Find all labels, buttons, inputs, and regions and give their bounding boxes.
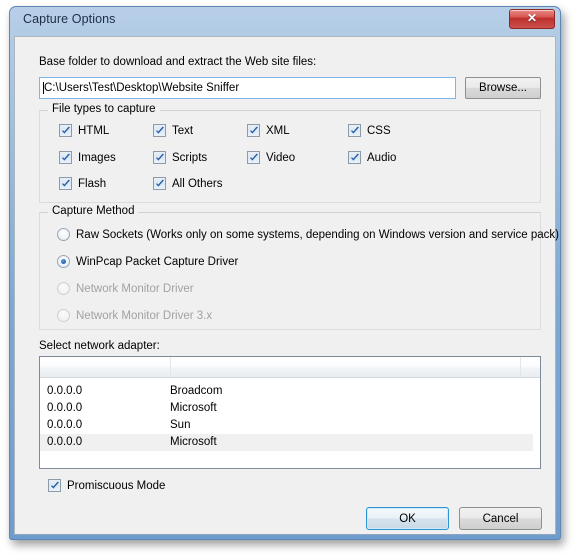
checkbox-icon bbox=[59, 177, 72, 190]
checkbox-label: CSS bbox=[367, 124, 391, 137]
capture-options-dialog: Capture Options ✕ Base folder to downloa… bbox=[9, 6, 561, 540]
adapter-ip: 0.0.0.0 bbox=[47, 419, 83, 431]
radio-network-monitor-driver: Network Monitor Driver bbox=[57, 282, 194, 295]
table-row-selected[interactable]: 0.0.0.0 Microsoft bbox=[40, 434, 533, 451]
checkbox-label: Images bbox=[78, 151, 116, 164]
checkbox-css[interactable]: CSS bbox=[348, 124, 391, 137]
radio-icon bbox=[57, 282, 70, 295]
dialog-client-area: Base folder to download and extract the … bbox=[14, 36, 559, 535]
checkbox-icon bbox=[247, 151, 260, 164]
listview-column-name[interactable] bbox=[171, 357, 521, 377]
checkbox-video[interactable]: Video bbox=[247, 151, 295, 164]
checkbox-label: Audio bbox=[367, 151, 397, 164]
adapter-name: Broadcom bbox=[170, 385, 223, 397]
checkbox-text[interactable]: Text bbox=[153, 124, 193, 137]
radio-label: WinPcap Packet Capture Driver bbox=[76, 255, 239, 268]
checkbox-label: Flash bbox=[78, 177, 107, 190]
capture-method-group: Capture Method Raw Sockets (Works only o… bbox=[39, 205, 559, 330]
browse-button[interactable]: Browse... bbox=[465, 77, 541, 99]
checkbox-label: Promiscuous Mode bbox=[67, 479, 166, 492]
checkbox-images[interactable]: Images bbox=[59, 151, 116, 164]
checkbox-icon bbox=[59, 151, 72, 164]
file-types-group-title: File types to capture bbox=[48, 103, 160, 115]
radio-icon-selected bbox=[57, 255, 70, 268]
network-adapter-listview[interactable]: 0.0.0.0 Broadcom 0.0.0.0 Microsoft 0.0.0… bbox=[39, 356, 541, 469]
capture-method-group-title: Capture Method bbox=[48, 205, 139, 217]
ok-button[interactable]: OK bbox=[366, 507, 449, 530]
radio-icon bbox=[57, 309, 70, 322]
adapter-ip: 0.0.0.0 bbox=[47, 402, 83, 414]
browse-button-label: Browse... bbox=[479, 82, 527, 94]
adapter-ip: 0.0.0.0 bbox=[47, 436, 83, 448]
radio-label: Network Monitor Driver bbox=[76, 282, 194, 295]
checkbox-icon bbox=[59, 124, 72, 137]
adapter-name: Sun bbox=[170, 419, 191, 431]
adapter-name: Microsoft bbox=[170, 436, 217, 448]
radio-label: Raw Sockets (Works only on some systems,… bbox=[76, 228, 559, 241]
base-folder-value: C:\Users\Test\Desktop\Website Sniffer bbox=[44, 82, 240, 94]
listview-column-extra[interactable] bbox=[521, 357, 540, 377]
radio-raw-sockets[interactable]: Raw Sockets (Works only on some systems,… bbox=[57, 228, 559, 241]
close-icon: ✕ bbox=[526, 11, 538, 25]
base-folder-input[interactable]: C:\Users\Test\Desktop\Website Sniffer bbox=[39, 77, 456, 99]
checkbox-audio[interactable]: Audio bbox=[348, 151, 396, 164]
title-bar[interactable]: Capture Options ✕ bbox=[9, 6, 561, 36]
checkbox-html[interactable]: HTML bbox=[59, 124, 109, 137]
ok-button-label: OK bbox=[399, 512, 416, 525]
checkbox-icon bbox=[153, 151, 166, 164]
base-folder-label: Base folder to download and extract the … bbox=[39, 56, 317, 68]
checkbox-label: Text bbox=[172, 124, 194, 137]
checkbox-label: Video bbox=[266, 151, 296, 164]
file-types-group: File types to capture HTML Text XML CSS … bbox=[39, 103, 541, 203]
adapter-ip: 0.0.0.0 bbox=[47, 385, 83, 397]
checkbox-label: All Others bbox=[172, 177, 223, 190]
checkbox-promiscuous-mode[interactable]: Promiscuous Mode bbox=[48, 479, 165, 492]
checkbox-label: XML bbox=[266, 124, 290, 137]
cancel-button-label: Cancel bbox=[482, 512, 519, 525]
checkbox-all-others[interactable]: All Others bbox=[153, 177, 223, 190]
checkbox-flash[interactable]: Flash bbox=[59, 177, 106, 190]
checkbox-xml[interactable]: XML bbox=[247, 124, 290, 137]
table-row[interactable]: 0.0.0.0 Broadcom bbox=[40, 383, 540, 400]
checkbox-label: HTML bbox=[78, 124, 110, 137]
checkbox-icon bbox=[153, 177, 166, 190]
checkbox-icon bbox=[247, 124, 260, 137]
checkbox-icon bbox=[48, 479, 61, 492]
select-network-adapter-label: Select network adapter: bbox=[39, 340, 160, 352]
radio-label: Network Monitor Driver 3.x bbox=[76, 309, 213, 322]
close-button[interactable]: ✕ bbox=[509, 9, 555, 29]
radio-icon bbox=[57, 228, 70, 241]
listview-header bbox=[40, 357, 540, 378]
listview-body: 0.0.0.0 Broadcom 0.0.0.0 Microsoft 0.0.0… bbox=[40, 378, 540, 451]
checkbox-icon bbox=[348, 151, 361, 164]
adapter-name: Microsoft bbox=[170, 402, 217, 414]
radio-network-monitor-driver-3x: Network Monitor Driver 3.x bbox=[57, 309, 212, 322]
checkbox-scripts[interactable]: Scripts bbox=[153, 151, 207, 164]
checkbox-label: Scripts bbox=[172, 151, 208, 164]
window-title: Capture Options bbox=[23, 12, 116, 26]
checkbox-icon bbox=[348, 124, 361, 137]
cancel-button[interactable]: Cancel bbox=[459, 507, 542, 530]
radio-winpcap[interactable]: WinPcap Packet Capture Driver bbox=[57, 255, 238, 268]
table-row[interactable]: 0.0.0.0 Sun bbox=[40, 417, 540, 434]
checkbox-icon bbox=[153, 124, 166, 137]
table-row[interactable]: 0.0.0.0 Microsoft bbox=[40, 400, 540, 417]
listview-column-ip[interactable] bbox=[40, 357, 171, 377]
